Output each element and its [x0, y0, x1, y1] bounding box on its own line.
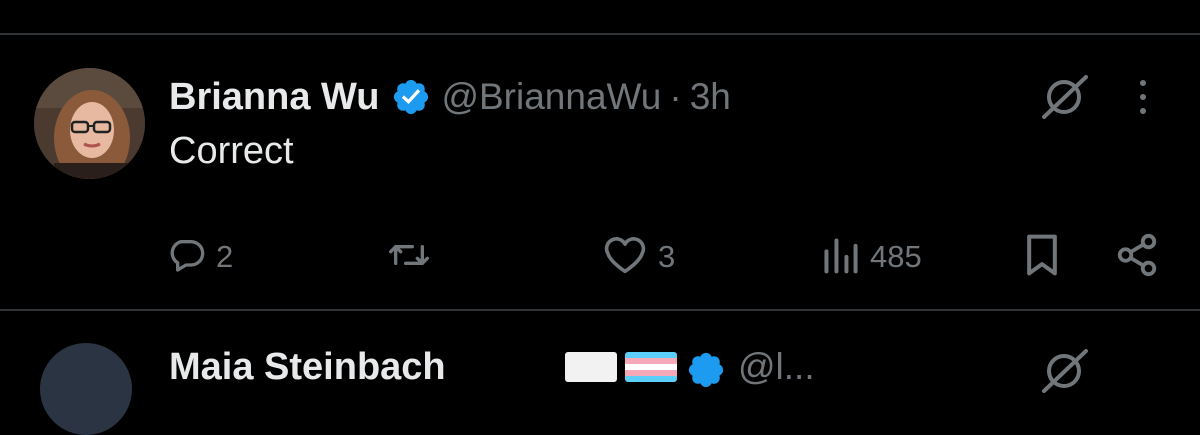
separator: · — [669, 76, 682, 117]
verified-badge-icon[interactable] — [391, 77, 431, 117]
next-grok-icon[interactable] — [1036, 346, 1092, 396]
bottom-divider — [0, 309, 1200, 311]
bookmark-button[interactable] — [1022, 232, 1062, 282]
like-button[interactable]: 3 — [602, 232, 675, 282]
reply-count: 2 — [216, 239, 234, 274]
views-count: 485 — [870, 239, 922, 274]
timestamp[interactable]: 3h — [690, 76, 731, 118]
bookmark-icon — [1022, 233, 1062, 282]
next-handle[interactable]: @l... — [738, 346, 815, 388]
handle[interactable]: @BriannaWu — [441, 76, 661, 118]
transgender-flag-icon — [625, 352, 677, 382]
white-flag-icon — [565, 352, 617, 382]
tweet-header: Brianna Wu @BriannaWu · 3h — [169, 72, 731, 122]
reply-icon — [166, 235, 206, 280]
display-name[interactable]: Brianna Wu — [169, 76, 379, 119]
heart-icon — [602, 235, 648, 280]
top-divider — [0, 33, 1200, 35]
views-button[interactable]: 485 — [822, 232, 922, 282]
retweet-button[interactable] — [385, 232, 443, 282]
share-icon — [1112, 232, 1162, 283]
views-icon — [822, 235, 860, 280]
next-flags — [565, 352, 677, 382]
share-button[interactable] — [1112, 232, 1162, 282]
next-display-name[interactable]: Maia Steinbach — [169, 346, 446, 389]
retweet-icon — [385, 235, 433, 280]
like-count: 3 — [658, 239, 676, 274]
more-icon[interactable] — [1128, 74, 1158, 120]
avatar[interactable] — [34, 68, 145, 179]
grok-icon[interactable] — [1036, 72, 1092, 122]
reply-button[interactable]: 2 — [166, 232, 233, 282]
tweet-text: Correct — [169, 130, 294, 172]
next-verified-badge-icon — [686, 350, 726, 390]
next-avatar[interactable] — [40, 343, 132, 435]
